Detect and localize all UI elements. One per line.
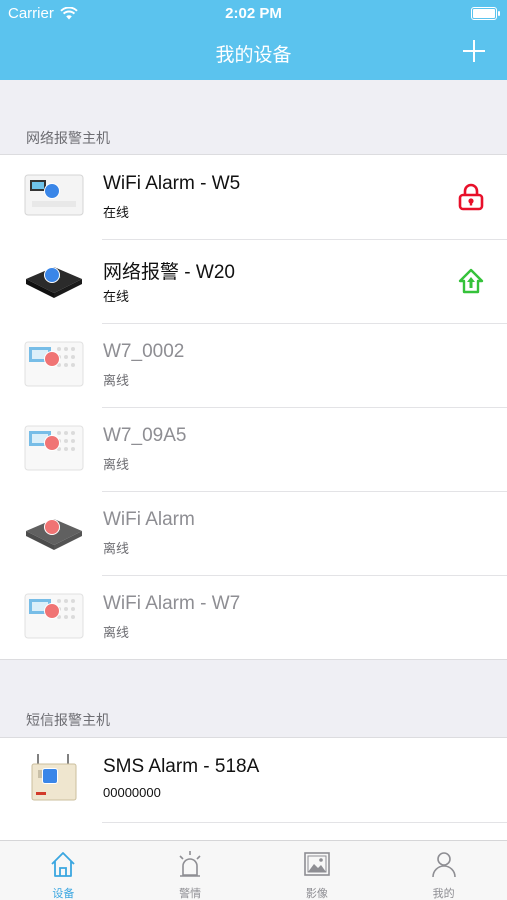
device-name: W7_0002 <box>103 341 185 362</box>
device-status: 00000000 <box>103 785 161 800</box>
device-row[interactable]: WiFi Alarm - W5 在线 <box>0 155 507 239</box>
device-name: W7_09A5 <box>103 425 187 446</box>
tab-label: 影像 <box>305 888 328 900</box>
device-row[interactable]: 网络报警 - W20 在线 <box>0 239 507 323</box>
home-icon <box>51 852 76 877</box>
device-row[interactable]: WiFi Alarm - W7 离线 <box>0 575 507 659</box>
device-name: WiFi Alarm <box>103 509 195 530</box>
device-name: 网络报警 - W20 <box>103 262 235 283</box>
tab-devices[interactable]: 设备 <box>0 841 127 900</box>
fan-icon <box>44 435 60 451</box>
tab-images[interactable]: 影像 <box>254 841 381 900</box>
share-icon <box>44 183 60 199</box>
device-status: 离线 <box>103 541 130 556</box>
add-device-button[interactable] <box>463 40 485 62</box>
tab-label: 设备 <box>52 888 75 900</box>
device-name: WiFi Alarm - W7 <box>103 593 241 614</box>
sms-icon <box>42 768 58 784</box>
tab-bar: 设备 警情 影像 我的 <box>0 840 507 900</box>
device-list-network: WiFi Alarm - W5 在线 网络报警 - W20 在线 W7_0002… <box>0 154 507 660</box>
alarm-light-icon <box>179 851 201 877</box>
fan-icon <box>44 603 60 619</box>
device-status: 离线 <box>103 373 130 388</box>
tab-alerts[interactable]: 警情 <box>127 841 254 900</box>
lock-icon[interactable] <box>457 183 485 211</box>
tab-me[interactable]: 我的 <box>380 841 507 900</box>
device-name: WiFi Alarm - W5 <box>103 173 241 194</box>
image-icon <box>304 852 330 876</box>
device-row[interactable]: WiFi Alarm 离线 <box>0 491 507 575</box>
user-icon <box>431 852 456 878</box>
section-label-sms: 短信报警主机 <box>26 712 110 728</box>
device-status: 离线 <box>103 457 130 472</box>
device-status: 离线 <box>103 625 130 640</box>
device-status: 在线 <box>103 289 130 304</box>
section-label-network: 网络报警主机 <box>26 130 110 146</box>
share-icon <box>44 267 60 283</box>
device-row[interactable]: SMS Alarm - 518A 00000000 <box>0 738 507 822</box>
home-arm-icon[interactable] <box>457 267 485 295</box>
page-title: 我的设备 <box>215 45 292 66</box>
device-name: SMS Alarm - 518A <box>103 756 260 777</box>
tab-label: 警情 <box>179 888 202 900</box>
device-row[interactable]: W7_0002 离线 <box>0 323 507 407</box>
battery-icon <box>471 7 500 20</box>
app-header: Carrier 2:02 PM 我的设备 <box>0 0 507 80</box>
tab-label: 我的 <box>432 888 455 900</box>
fan-icon <box>44 519 60 535</box>
status-time: 2:02 PM <box>225 5 282 22</box>
fan-icon <box>44 351 60 367</box>
status-bar: Carrier 2:02 PM <box>0 0 507 28</box>
device-status: 在线 <box>103 205 130 220</box>
device-row[interactable]: W7_09A5 离线 <box>0 407 507 491</box>
